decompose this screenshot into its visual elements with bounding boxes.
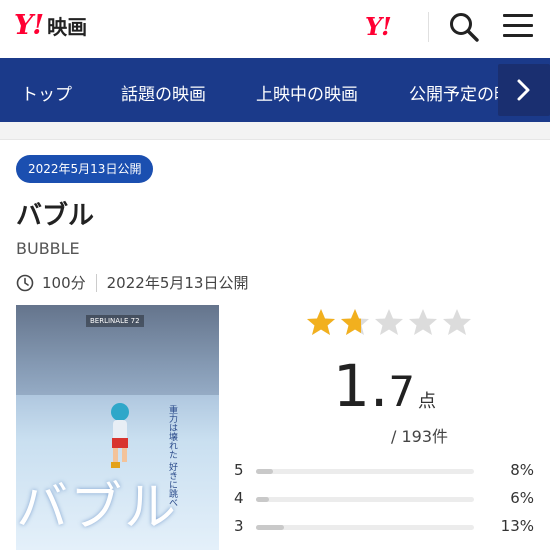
distribution-bar-fill <box>256 497 270 502</box>
distribution-percent: 8% <box>510 461 534 479</box>
movie-poster[interactable]: BERLINALE 72 重力は壊れた 好きに跳べ バブル <box>16 305 219 550</box>
yahoo-logo-link[interactable]: Y! <box>365 12 392 41</box>
star-icon <box>443 309 471 335</box>
movie-meta: 100分 2022年5月13日公開 <box>16 272 248 293</box>
score-unit: 点 <box>418 391 436 412</box>
chevron-right-icon <box>517 79 530 101</box>
search-icon[interactable] <box>448 12 482 42</box>
star-icon <box>409 309 437 335</box>
rating-score: 1.7 <box>333 352 415 420</box>
rating-stars <box>306 308 476 336</box>
hamburger-menu-icon[interactable] <box>503 14 533 40</box>
distribution-star-label: 4 <box>234 489 244 507</box>
score-integer: 1. <box>333 352 389 420</box>
score-decimal: 7 <box>388 367 416 416</box>
release-date-badge: 2022年5月13日公開 <box>16 155 154 183</box>
yahoo-movies-logo[interactable]: Y! 映画 <box>14 10 87 41</box>
nav-tab-top[interactable]: トップ <box>21 80 72 105</box>
star-icon <box>341 309 369 335</box>
poster-character-illustration <box>111 403 129 468</box>
distribution-bar-fill <box>256 469 274 474</box>
distribution-star-label: 3 <box>234 517 244 535</box>
logo-mark: Y! <box>14 10 44 41</box>
category-nav: トップ 話題の映画 上映中の映画 公開予定の映画 <box>0 58 550 122</box>
nav-scroll-right-button[interactable] <box>498 64 550 116</box>
star-icon <box>375 309 403 335</box>
movie-english-title: BUBBLE <box>16 239 80 258</box>
distribution-bar-track <box>256 469 474 474</box>
distribution-bar-fill <box>256 525 285 530</box>
section-separator <box>0 122 550 140</box>
distribution-bar-track <box>256 497 474 502</box>
review-count[interactable]: / 193件 <box>391 423 448 447</box>
rating-distribution-row: 5 8% <box>234 461 534 481</box>
star-icon <box>307 309 335 335</box>
header-divider <box>428 12 429 42</box>
rating-distribution-row: 4 6% <box>234 489 534 509</box>
distribution-percent: 6% <box>510 489 534 507</box>
release-date: 2022年5月13日公開 <box>106 274 249 292</box>
distribution-bar-track <box>256 525 474 530</box>
movie-title: バブル <box>16 201 95 231</box>
nav-tab-trending[interactable]: 話題の映画 <box>121 80 206 105</box>
runtime: 100分 <box>42 274 86 292</box>
clock-icon <box>16 274 34 291</box>
poster-title: バブル <box>16 478 179 538</box>
meta-divider <box>95 273 97 292</box>
distribution-percent: 13% <box>500 517 534 535</box>
nav-tab-now-showing[interactable]: 上映中の映画 <box>256 80 358 105</box>
festival-laurel: BERLINALE 72 <box>86 315 144 327</box>
app-header: Y! 映画 Y! <box>0 0 550 58</box>
distribution-star-label: 5 <box>234 461 244 479</box>
rating-distribution-row: 3 13% <box>234 517 534 537</box>
logo-text: 映画 <box>47 15 88 39</box>
